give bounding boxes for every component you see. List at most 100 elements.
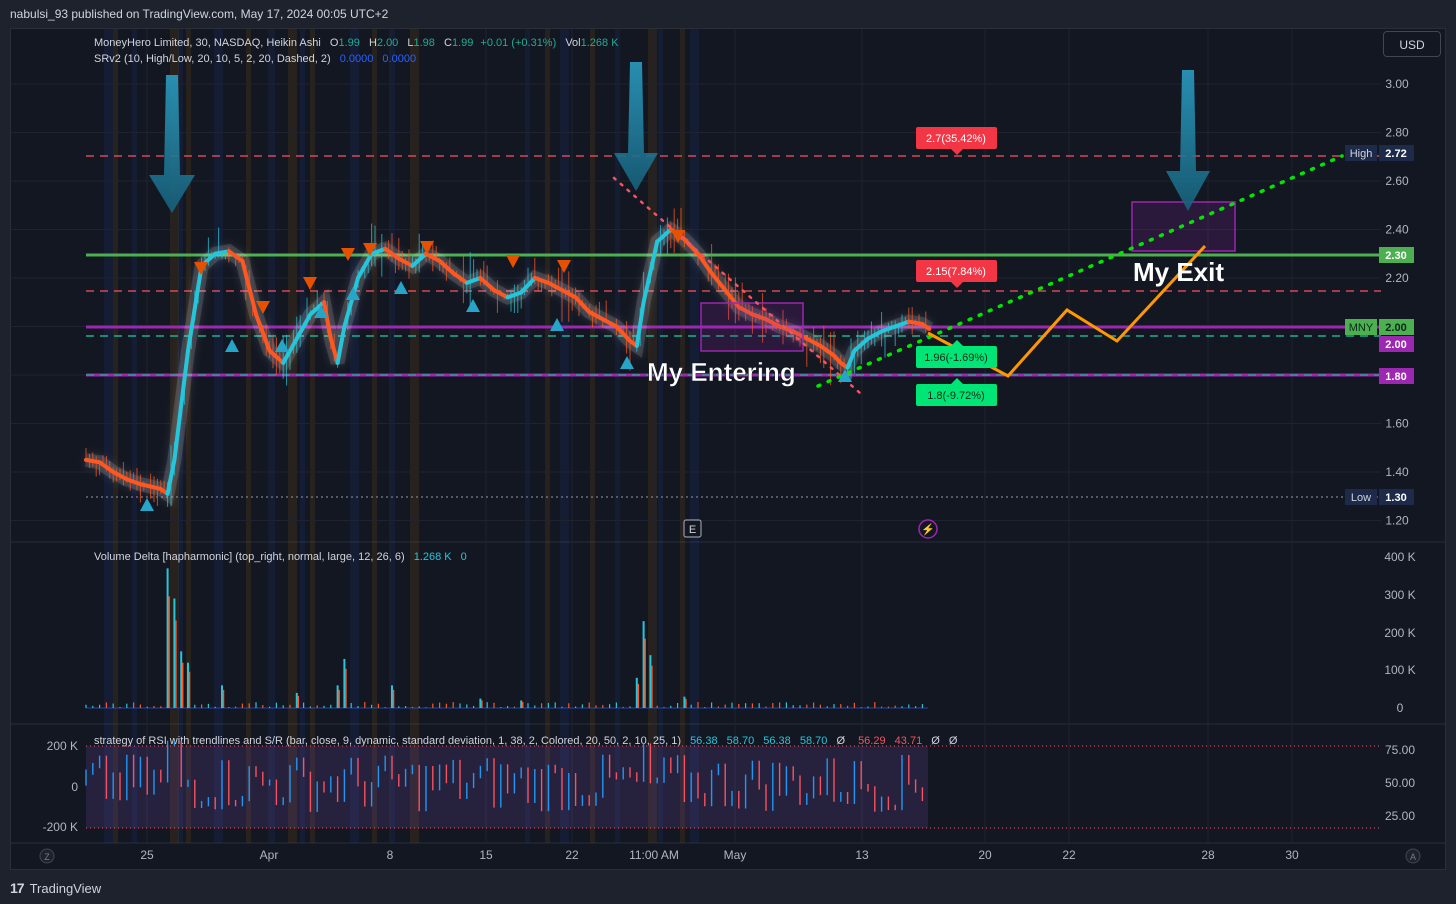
rsi-tick-label: 75.00 (1385, 743, 1415, 757)
session-band (113, 29, 118, 843)
session-band (350, 29, 359, 843)
session-band (545, 29, 550, 843)
price-tick-label: 1.20 (1385, 514, 1409, 528)
session-band (680, 29, 685, 843)
svg-text:1.80: 1.80 (1385, 371, 1406, 383)
session-band (658, 29, 663, 843)
time-tick-label: 8 (387, 848, 394, 862)
svg-text:2.30: 2.30 (1385, 250, 1406, 262)
svg-text:⚡: ⚡ (921, 523, 935, 536)
mny-tag: MNY 2.00 (1345, 319, 1414, 335)
time-tick-label: 11:00 AM (629, 848, 679, 862)
tradingview-brand[interactable]: 17 TradingView (10, 880, 101, 896)
svg-text:strategy of RSI with trendline: strategy of RSI with trendlines and S/R … (94, 735, 958, 747)
price-segment (213, 249, 231, 256)
rsi-tick-label: 25.00 (1385, 809, 1415, 823)
volume-tick-label: 100 K (1384, 663, 1415, 677)
legend-rsi[interactable]: strategy of RSI with trendlines and S/R … (94, 735, 958, 747)
session-band (690, 29, 699, 843)
time-tick-label: 30 (1285, 848, 1299, 862)
flash-event-icon[interactable]: ⚡ (918, 519, 938, 539)
currency-selector[interactable]: USD (1383, 31, 1441, 57)
volume-tick-label: 400 K (1384, 550, 1415, 564)
price-tick-label: 2.40 (1385, 223, 1409, 237)
legend-symbol: MoneyHero Limited, 30, NASDAQ, Heikin As… (94, 37, 321, 49)
svg-text:Low: Low (1351, 492, 1371, 504)
price-tick-label: 2.60 (1385, 174, 1409, 188)
volume-tick-label: 0 (1397, 701, 1404, 715)
session-band (390, 29, 395, 843)
rsi-tick-label: 50.00 (1385, 776, 1415, 790)
low-tag: Low 1.30 (1345, 489, 1414, 505)
time-tick-label: 20 (978, 848, 992, 862)
entering-label[interactable]: My Entering (647, 357, 796, 388)
svg-text:SRv2 (10, High/Low, 20, 10, 5,: SRv2 (10, High/Low, 20, 10, 5, 2, 20, Da… (94, 53, 416, 65)
legend-srv2: SRv2 (10, High/Low, 20, 10, 5, 2, 20, Da… (94, 53, 331, 65)
rsi-left-tick-label: 200 K (47, 739, 78, 753)
svg-text:A: A (1410, 852, 1416, 862)
volume-pane[interactable] (85, 568, 928, 709)
time-axis-labels: 25 Apr 8 15 22 11:00 AM May 13 20 22 28 30 (140, 848, 1299, 862)
price-tick-label: 1.40 (1385, 465, 1409, 479)
sl1-label: 1.96(-1.69%) (924, 352, 988, 364)
earnings-event-icon[interactable]: E (683, 519, 702, 538)
price-tick-label: 2.80 (1385, 126, 1409, 140)
session-band (104, 29, 113, 843)
svg-text:MNY: MNY (1349, 322, 1374, 334)
brand-name: TradingView (29, 880, 102, 896)
tp2-label: 2.15(7.84%) (926, 266, 986, 278)
session-band (132, 29, 137, 843)
session-band (246, 29, 251, 843)
time-tick-label: 25 (140, 848, 154, 862)
session-band (560, 29, 569, 843)
entry-zone-box[interactable] (700, 302, 804, 352)
tp1-label: 2.7(35.42%) (926, 133, 986, 145)
time-tick-label: 15 (479, 848, 493, 862)
tag-230: 2.30 (1379, 247, 1414, 263)
session-band (300, 29, 305, 843)
rsi-left-tick-label: -200 K (43, 820, 78, 834)
time-tick-label: 22 (1062, 848, 1076, 862)
high-tag: High 2.72 (1345, 145, 1414, 161)
session-band (186, 29, 191, 843)
chart-svg[interactable]: My Entering My Exit 2.7(35.42%) 2.15(7.8… (0, 0, 1456, 904)
session-band (288, 29, 297, 843)
price-segment (84, 457, 102, 465)
session-band (310, 29, 315, 843)
svg-text:MoneyHero Limited, 30, NASDAQ,: MoneyHero Limited, 30, NASDAQ, Heikin As… (94, 37, 619, 49)
session-band (648, 29, 657, 843)
session-band (590, 29, 595, 843)
time-tick-label: 28 (1201, 848, 1215, 862)
zoom-corner-button[interactable]: Z (39, 848, 55, 864)
svg-text:2.72: 2.72 (1385, 148, 1406, 160)
price-tick-label: 1.60 (1385, 417, 1409, 431)
auto-scale-button[interactable]: A (1405, 848, 1421, 864)
svg-text:1.30: 1.30 (1385, 492, 1406, 504)
session-band (214, 29, 223, 843)
volume-tick-label: 200 K (1384, 626, 1415, 640)
tag-200: 2.00 (1379, 336, 1414, 352)
svg-text:2.00: 2.00 (1385, 339, 1406, 351)
time-tick-label: Apr (260, 848, 279, 862)
exit-label[interactable]: My Exit (1133, 257, 1224, 287)
time-tick-label: May (724, 848, 747, 862)
price-tick-label: 3.00 (1385, 77, 1409, 91)
svg-text:High: High (1350, 148, 1373, 160)
session-band (525, 29, 530, 843)
time-tick-label: 13 (855, 848, 869, 862)
tradingview-logo-icon: 17 (10, 880, 25, 896)
price-segment (906, 319, 925, 327)
footer: 17 TradingView (0, 874, 1456, 904)
time-tick-label: 22 (565, 848, 579, 862)
svg-text:E: E (689, 524, 696, 536)
rsi-left-tick-label: 0 (71, 780, 78, 794)
tag-180: 1.80 (1379, 368, 1414, 384)
svg-text:2.00: 2.00 (1385, 322, 1406, 334)
session-band (372, 29, 377, 843)
session-band (410, 29, 419, 843)
sl2-label: 1.8(-9.72%) (927, 390, 984, 402)
volume-tick-label: 300 K (1384, 588, 1415, 602)
price-tick-label: 2.20 (1385, 271, 1409, 285)
session-band (615, 29, 620, 843)
svg-text:Z: Z (44, 852, 50, 862)
